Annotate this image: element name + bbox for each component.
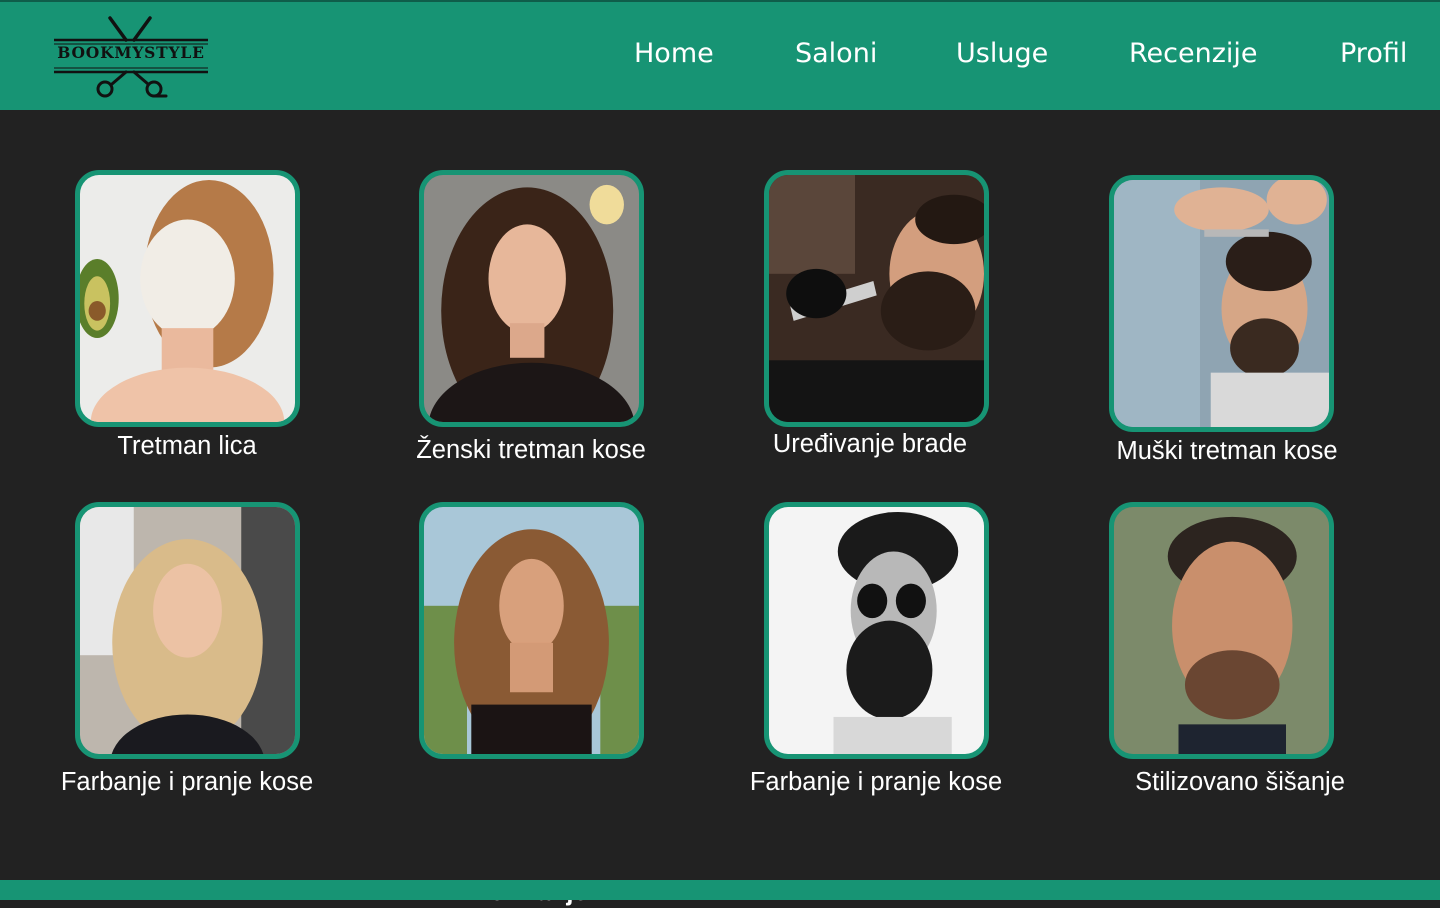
service-label: Farbanje i pranje kose	[60, 768, 314, 796]
service-label: Farbanje i pranje kose	[749, 768, 1003, 796]
man-beard-trim-photo[interactable]	[764, 170, 989, 427]
service-label: Uređivanje brade	[772, 430, 968, 458]
nav-usluge[interactable]: Usluge	[956, 38, 1048, 78]
footer-bar	[0, 880, 1440, 900]
nav-saloni[interactable]: Saloni	[795, 38, 877, 78]
man-haircut-photo[interactable]	[1109, 175, 1334, 432]
services-grid: Tretman lica Ženski tretman kose Uređiva…	[0, 110, 1440, 906]
woman-face-mask-photo[interactable]	[75, 170, 300, 427]
service-label: Muški tretman kose	[1116, 437, 1338, 465]
woman-curly-hair-photo[interactable]	[419, 502, 644, 759]
service-label: Stilizovano šišanje	[1135, 768, 1345, 796]
man-sunglasses-beard-photo[interactable]	[764, 502, 989, 759]
nav-home[interactable]: Home	[634, 38, 714, 78]
top-navigation-bar: BOOKMYSTYLE Home Saloni Usluge Recenzije…	[0, 0, 1440, 110]
nav-profil[interactable]: Profil	[1340, 38, 1407, 78]
service-label: Ženski tretman kose	[416, 436, 646, 464]
nav-recenzije[interactable]: Recenzije	[1129, 38, 1258, 78]
brand-name: BOOKMYSTYLE	[57, 43, 205, 62]
service-label: Tretman lica	[117, 432, 257, 460]
woman-long-brown-hair-photo[interactable]	[419, 170, 644, 427]
woman-blonde-waves-photo[interactable]	[75, 502, 300, 759]
brand-logo[interactable]: BOOKMYSTYLE	[50, 14, 212, 100]
man-short-fade-photo[interactable]	[1109, 502, 1334, 759]
